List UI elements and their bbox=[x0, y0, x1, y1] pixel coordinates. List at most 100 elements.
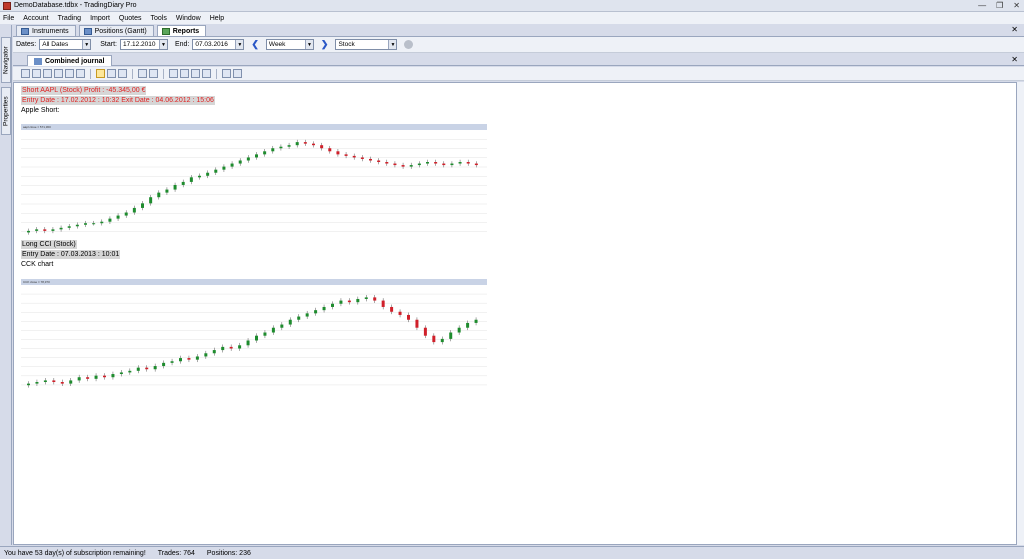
candle bbox=[440, 338, 444, 343]
prev-period-icon[interactable]: ❮ bbox=[251, 39, 259, 50]
tab-navigator[interactable]: Navigator bbox=[1, 37, 11, 83]
candle bbox=[75, 224, 79, 227]
zoom-in-icon[interactable] bbox=[138, 69, 147, 78]
menu-tools[interactable]: Tools bbox=[150, 15, 166, 22]
entry2-note: CCK chart bbox=[21, 261, 54, 268]
candle bbox=[86, 377, 90, 379]
chart-cck-svg bbox=[21, 293, 487, 388]
menu-quotes[interactable]: Quotes bbox=[119, 15, 142, 22]
tab-instruments[interactable]: Instruments bbox=[16, 25, 76, 36]
candle bbox=[59, 227, 63, 230]
candle bbox=[347, 300, 351, 303]
print-icon[interactable] bbox=[54, 69, 63, 78]
tab-combined-journal[interactable]: Combined journal bbox=[27, 55, 112, 66]
candle bbox=[204, 353, 208, 357]
candle bbox=[51, 229, 55, 231]
export-icon[interactable] bbox=[65, 69, 74, 78]
menu-import[interactable]: Import bbox=[90, 15, 110, 22]
chevron-down-icon: ▼ bbox=[304, 40, 313, 49]
page-icon[interactable] bbox=[96, 69, 105, 78]
zoom-out-icon[interactable] bbox=[149, 69, 158, 78]
candle bbox=[417, 163, 421, 166]
candle bbox=[305, 313, 309, 317]
tab-reports[interactable]: Reports bbox=[156, 25, 207, 36]
app-icon bbox=[3, 1, 11, 10]
candle bbox=[111, 374, 115, 378]
status-bar: You have 53 day(s) of subscription remai… bbox=[0, 546, 1024, 559]
candle bbox=[221, 346, 225, 351]
options-icon[interactable] bbox=[233, 69, 242, 78]
candle bbox=[153, 366, 157, 370]
candle bbox=[303, 142, 307, 144]
close-tab-icon[interactable]: ✕ bbox=[1011, 25, 1018, 34]
settings-icon[interactable] bbox=[404, 40, 414, 49]
menu-help[interactable]: Help bbox=[210, 15, 224, 22]
candle bbox=[132, 207, 136, 213]
tab-properties[interactable]: Properties bbox=[1, 87, 11, 135]
candle bbox=[356, 298, 360, 303]
entry2-dates: Entry Date : 07.03.2013 : 10:01 bbox=[21, 250, 121, 259]
entry1-headline: Short AAPL (Stock) Profit : -45.345,00 € bbox=[21, 86, 147, 95]
menu-file[interactable]: File bbox=[3, 15, 14, 22]
minimize-icon[interactable]: — bbox=[978, 1, 986, 10]
candle bbox=[229, 346, 233, 349]
candle bbox=[287, 145, 291, 147]
next-page-icon[interactable] bbox=[191, 69, 200, 78]
save-icon[interactable] bbox=[43, 69, 52, 78]
end-date-field[interactable]: 07.03.2016 ▼ bbox=[192, 39, 245, 50]
candle bbox=[170, 361, 174, 363]
candle bbox=[124, 212, 128, 216]
vertical-scrollbar[interactable] bbox=[1017, 82, 1024, 545]
candle bbox=[43, 229, 47, 231]
candle bbox=[246, 157, 250, 161]
first-page-icon[interactable] bbox=[169, 69, 178, 78]
candle bbox=[271, 327, 275, 333]
close-icon[interactable]: ✕ bbox=[1013, 1, 1020, 10]
chart-apple-svg bbox=[21, 139, 487, 235]
menu-account[interactable]: Account bbox=[23, 15, 48, 22]
candle bbox=[297, 316, 301, 320]
positions-count: Positions: 236 bbox=[206, 549, 251, 557]
menu-trading[interactable]: Trading bbox=[58, 15, 81, 22]
candle bbox=[92, 223, 96, 225]
candle bbox=[136, 367, 140, 371]
candle bbox=[149, 197, 153, 204]
dates-select[interactable]: All Dates ▼ bbox=[39, 39, 92, 50]
type-select[interactable]: Stock ▼ bbox=[335, 39, 398, 50]
window-title: DemoDatabase.tdbx - TradingDiary Pro bbox=[14, 2, 137, 9]
candle bbox=[369, 158, 372, 161]
period-select[interactable]: Week ▼ bbox=[265, 39, 314, 50]
candle bbox=[43, 380, 47, 383]
preview-icon[interactable] bbox=[76, 69, 85, 78]
next-period-icon[interactable]: ❯ bbox=[321, 39, 329, 50]
open-icon[interactable] bbox=[32, 69, 41, 78]
menu-window[interactable]: Window bbox=[176, 15, 201, 22]
report-content: Short AAPL (Stock) Profit : -45.345,00 €… bbox=[13, 82, 1017, 545]
candle bbox=[238, 345, 242, 349]
candle bbox=[179, 358, 182, 362]
start-date-field[interactable]: 17.12.2010 ▼ bbox=[119, 39, 168, 50]
last-page-icon[interactable] bbox=[202, 69, 211, 78]
layout-icon[interactable] bbox=[118, 69, 127, 78]
new-icon[interactable] bbox=[21, 69, 30, 78]
candle bbox=[336, 151, 340, 155]
columns-icon[interactable] bbox=[222, 69, 231, 78]
restore-icon[interactable]: ❐ bbox=[996, 1, 1003, 10]
candle bbox=[128, 370, 132, 373]
candle bbox=[212, 350, 216, 354]
trades-count: Trades: 764 bbox=[157, 549, 195, 557]
close-doc-icon[interactable]: ✕ bbox=[1011, 55, 1018, 64]
candle bbox=[246, 340, 250, 346]
candle bbox=[255, 335, 258, 341]
candle bbox=[67, 226, 71, 228]
title-bar: DemoDatabase.tdbx - TradingDiary Pro — ❐… bbox=[0, 0, 1024, 12]
candle bbox=[401, 165, 405, 167]
gantt-icon bbox=[83, 27, 92, 35]
candle bbox=[458, 162, 462, 164]
menu-bar: File Account Trading Import Quotes Tools… bbox=[0, 12, 1024, 24]
prev-page-icon[interactable] bbox=[180, 69, 189, 78]
tab-positions-gantt[interactable]: Positions (Gantt) bbox=[78, 25, 154, 36]
candle bbox=[141, 203, 144, 208]
edit-icon[interactable] bbox=[107, 69, 116, 78]
candle bbox=[344, 154, 348, 156]
